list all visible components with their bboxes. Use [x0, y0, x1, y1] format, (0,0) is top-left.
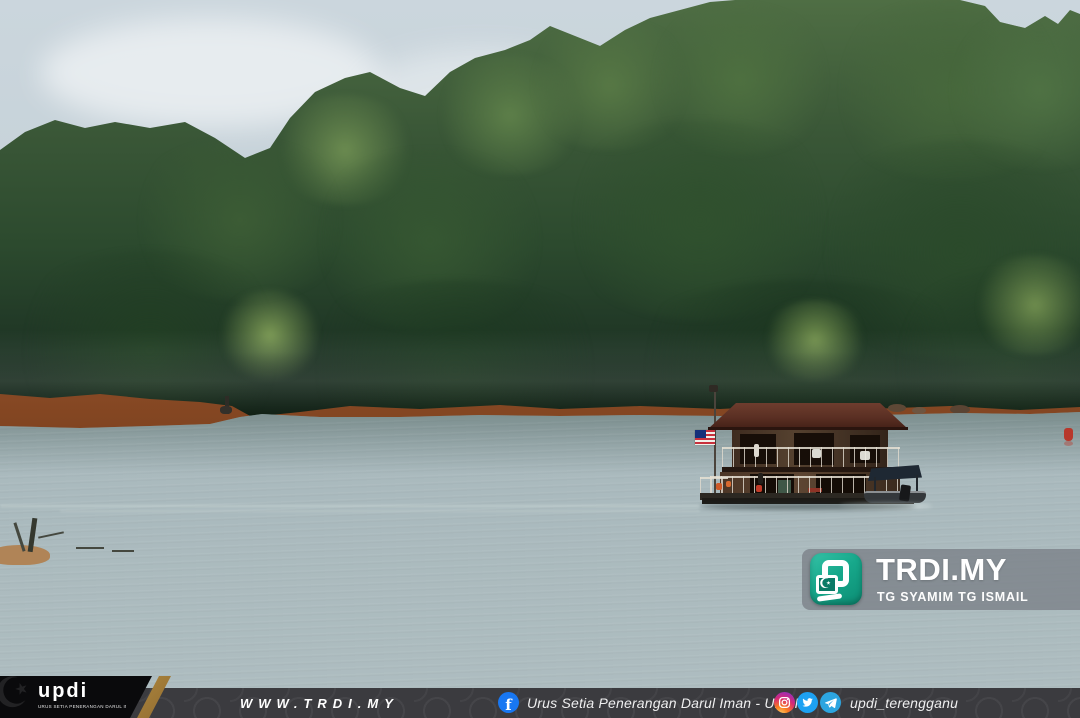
footer-bar: ☪ updi URUS SETIA PENERANGAN DARUL IMAN …	[0, 688, 1080, 718]
trdi-watermark-band: ☪ TRDI.MY TG SYAMIM TG ISMAIL	[802, 549, 1080, 610]
telegram-plane-glyph	[824, 696, 837, 709]
boat-wake-line	[0, 505, 700, 507]
life-jacket	[756, 485, 762, 492]
buoy-reflection	[1064, 441, 1073, 446]
person-on-deck	[754, 444, 759, 457]
facebook-glyph: f	[505, 696, 511, 714]
instagram-glyph	[778, 696, 791, 709]
bow-railing	[700, 477, 728, 493]
flag-canton	[695, 430, 706, 438]
tender-boat-hull	[864, 491, 926, 503]
telegram-icon	[820, 692, 841, 713]
twitter-icon	[797, 692, 818, 713]
watermark-brand: TRDI.MY	[876, 552, 1007, 588]
flag-pole-finial	[709, 385, 718, 392]
updi-logo-caption: URUS SETIA PENERANGAN DARUL IMAN	[38, 704, 126, 710]
red-buoy	[1064, 428, 1073, 441]
life-jacket	[716, 483, 722, 490]
icon-swoosh	[817, 593, 842, 601]
crescent-star-icon: ☪	[819, 576, 832, 590]
facebook-icon: f	[498, 692, 519, 713]
photo-lake-houseboat-scene: ☪ TRDI.MY TG SYAMIM TG ISMAIL ☪ updi URU…	[0, 0, 1080, 718]
floating-stick	[76, 547, 104, 549]
instagram-icon	[774, 692, 795, 713]
footer-website-text: WWW.TRDI.MY	[240, 696, 399, 711]
boat-wake-line	[60, 510, 700, 512]
floating-stick	[112, 550, 134, 552]
sand-mound	[0, 545, 50, 565]
trdi-app-icon: ☪	[810, 553, 862, 605]
houseboat	[692, 385, 937, 519]
shore-rock	[950, 405, 970, 414]
social-handle-text: updi_terengganu	[850, 695, 958, 711]
twitter-bird-glyph	[801, 696, 814, 709]
dead-snag	[220, 406, 232, 414]
updi-badge: ☪ updi URUS SETIA PENERANGAN DARUL IMAN	[0, 676, 180, 718]
deck-chair	[860, 451, 870, 460]
life-jacket	[726, 481, 731, 487]
updi-logo-text: updi	[38, 680, 88, 703]
malaysia-flag	[695, 430, 715, 445]
hull-water-shadow	[700, 503, 916, 510]
person-on-deck	[758, 473, 763, 484]
watermark-credit: TG SYAMIM TG ISMAIL	[877, 590, 1029, 604]
upper-balcony-railing	[722, 447, 900, 467]
deck-chair	[812, 449, 821, 458]
houseboat-roof	[708, 403, 908, 429]
facebook-caption: Urus Setia Penerangan Darul Iman - UPDI	[527, 695, 799, 711]
